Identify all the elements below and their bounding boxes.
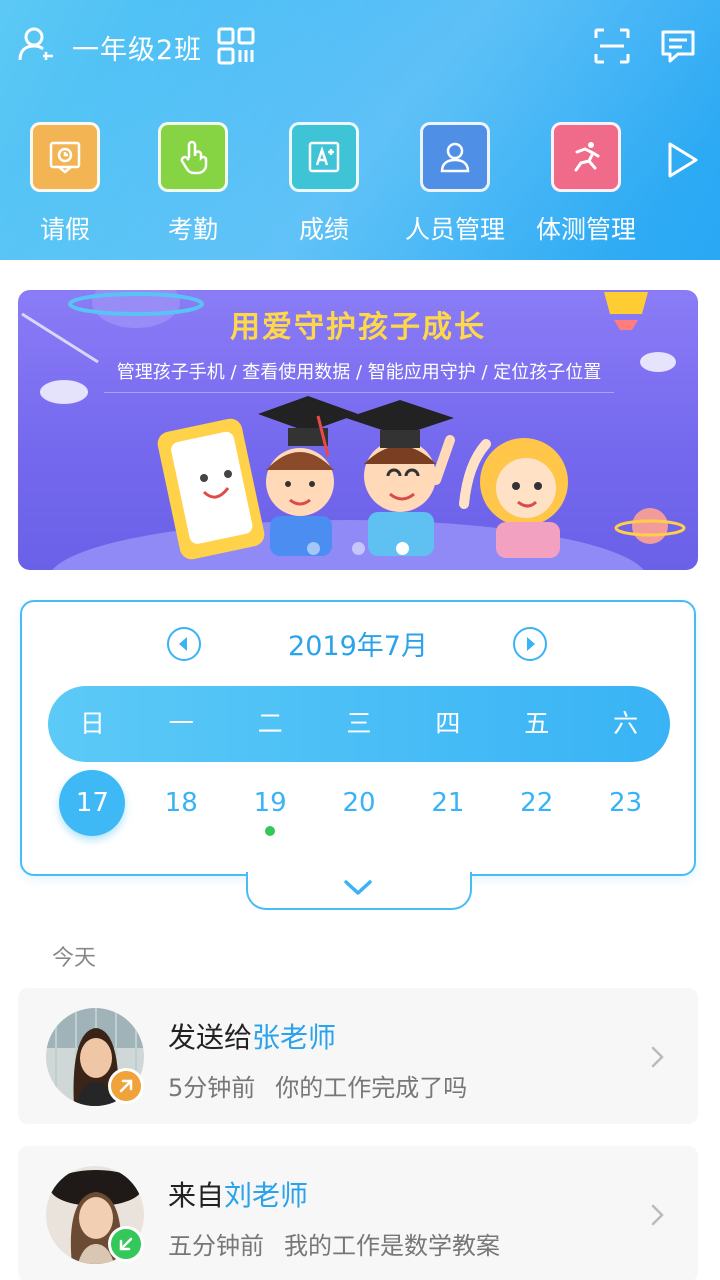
message-direction: 发送给 [168, 1021, 253, 1054]
day-number: 18 [164, 788, 198, 818]
arrow-up-right-icon [108, 1068, 144, 1104]
shortcut-people[interactable]: 人员管理 [390, 120, 520, 245]
chevron-right-icon [651, 1046, 664, 1068]
weekday-label: 六 [613, 709, 639, 738]
weekday-label: 五 [524, 709, 550, 738]
shortcut-label: 请假 [39, 215, 90, 244]
pagination-dot-active[interactable] [395, 542, 409, 555]
calendar-header: 2019年7月 [22, 622, 698, 666]
pagination-dot[interactable] [307, 542, 321, 555]
play-arrow-icon[interactable] [664, 140, 700, 180]
message-time: 五分钟前 [168, 1232, 264, 1260]
pagination-dot[interactable] [351, 542, 365, 555]
banner-subline: 管理孩子手机 / 查看使用数据 / 智能应用守护 / 定位孩子位置 [104, 358, 614, 393]
message-preview: 我的工作是数学教案 [284, 1232, 500, 1260]
message-item[interactable]: 来自刘老师 五分钟前 我的工作是数学教案 [18, 1146, 698, 1280]
shortcut-label: 考勤 [167, 215, 218, 244]
teacher-name[interactable]: 刘老师 [224, 1179, 308, 1212]
previous-month-icon[interactable] [166, 626, 202, 662]
calendar-card: 2019年7月 日 一 二 三 四 五 六 17 18 19 20 21 22 … [20, 600, 696, 876]
shortcut-label: 人员管理 [404, 215, 505, 244]
message-meta: 5分钟前 你的工作完成了吗 [168, 1068, 467, 1103]
section-label-today: 今天 [52, 946, 97, 971]
calendar-day-selected[interactable]: 17 [48, 770, 137, 842]
fitness-icon [551, 122, 621, 192]
weekday-label: 二 [257, 709, 283, 738]
calendar-day[interactable]: 19 [226, 770, 315, 842]
current-month: 2019年7月 [288, 631, 428, 662]
leave-icon [30, 122, 100, 192]
message-icon[interactable] [658, 26, 698, 66]
calendar-day[interactable]: 18 [137, 770, 226, 842]
chevron-down-icon[interactable] [340, 874, 376, 900]
top-bar: 一年级2班 [0, 20, 720, 72]
promo-banner[interactable]: 用爱守护孩子成长 管理孩子手机 / 查看使用数据 / 智能应用守护 / 定位孩子… [18, 290, 698, 570]
weekday-bar: 日 一 二 三 四 五 六 [48, 686, 670, 762]
weekday-label: 一 [168, 709, 194, 738]
shortcut-fitness[interactable]: 体测管理 [521, 120, 651, 245]
grades-icon [289, 122, 359, 192]
arrow-down-left-icon [108, 1226, 144, 1262]
banner-headline: 用爱守护孩子成长 [230, 310, 486, 345]
user-icon[interactable] [16, 24, 56, 64]
weekday-label: 四 [435, 709, 461, 738]
weekday-label: 日 [79, 709, 105, 738]
calendar-day[interactable]: 23 [581, 770, 670, 842]
week-days: 17 18 19 20 21 22 23 [48, 770, 670, 842]
calendar-day[interactable]: 20 [315, 770, 404, 842]
calendar-day[interactable]: 21 [403, 770, 492, 842]
class-name[interactable]: 一年级2班 [72, 28, 202, 67]
message-direction: 来自 [168, 1179, 225, 1212]
shortcut-attendance[interactable]: 考勤 [128, 120, 258, 245]
attendance-icon [158, 122, 228, 192]
day-number: 23 [609, 788, 643, 818]
day-number: 22 [520, 788, 554, 818]
shortcut-leave[interactable]: 请假 [0, 120, 130, 245]
weekday-label: 三 [346, 709, 372, 738]
banner-pagination [18, 540, 698, 559]
scan-icon[interactable] [592, 26, 632, 66]
calendar-day[interactable]: 22 [492, 770, 581, 842]
chevron-right-icon [651, 1204, 664, 1226]
message-meta: 五分钟前 我的工作是数学教案 [168, 1226, 500, 1261]
message-item[interactable]: 发送给张老师 5分钟前 你的工作完成了吗 [18, 988, 698, 1124]
app-header: 一年级2班 请假 考勤 成绩 人员管理 体测管理 [0, 0, 720, 260]
next-month-icon[interactable] [512, 626, 548, 662]
shortcut-row: 请假 考勤 成绩 人员管理 体测管理 [0, 120, 720, 250]
day-number: 17 [59, 770, 126, 836]
shortcut-label: 体测管理 [535, 215, 636, 244]
shortcut-grades[interactable]: 成绩 [259, 120, 389, 245]
day-number: 21 [431, 788, 465, 818]
message-time: 5分钟前 [168, 1074, 256, 1102]
message-title: 来自刘老师 [168, 1174, 308, 1214]
teacher-name[interactable]: 张老师 [252, 1021, 336, 1054]
qr-code-icon[interactable] [216, 26, 256, 66]
message-title: 发送给张老师 [168, 1016, 336, 1056]
people-icon [420, 122, 490, 192]
message-preview: 你的工作完成了吗 [275, 1074, 468, 1102]
shortcut-label: 成绩 [298, 215, 349, 244]
day-number: 20 [342, 788, 376, 818]
